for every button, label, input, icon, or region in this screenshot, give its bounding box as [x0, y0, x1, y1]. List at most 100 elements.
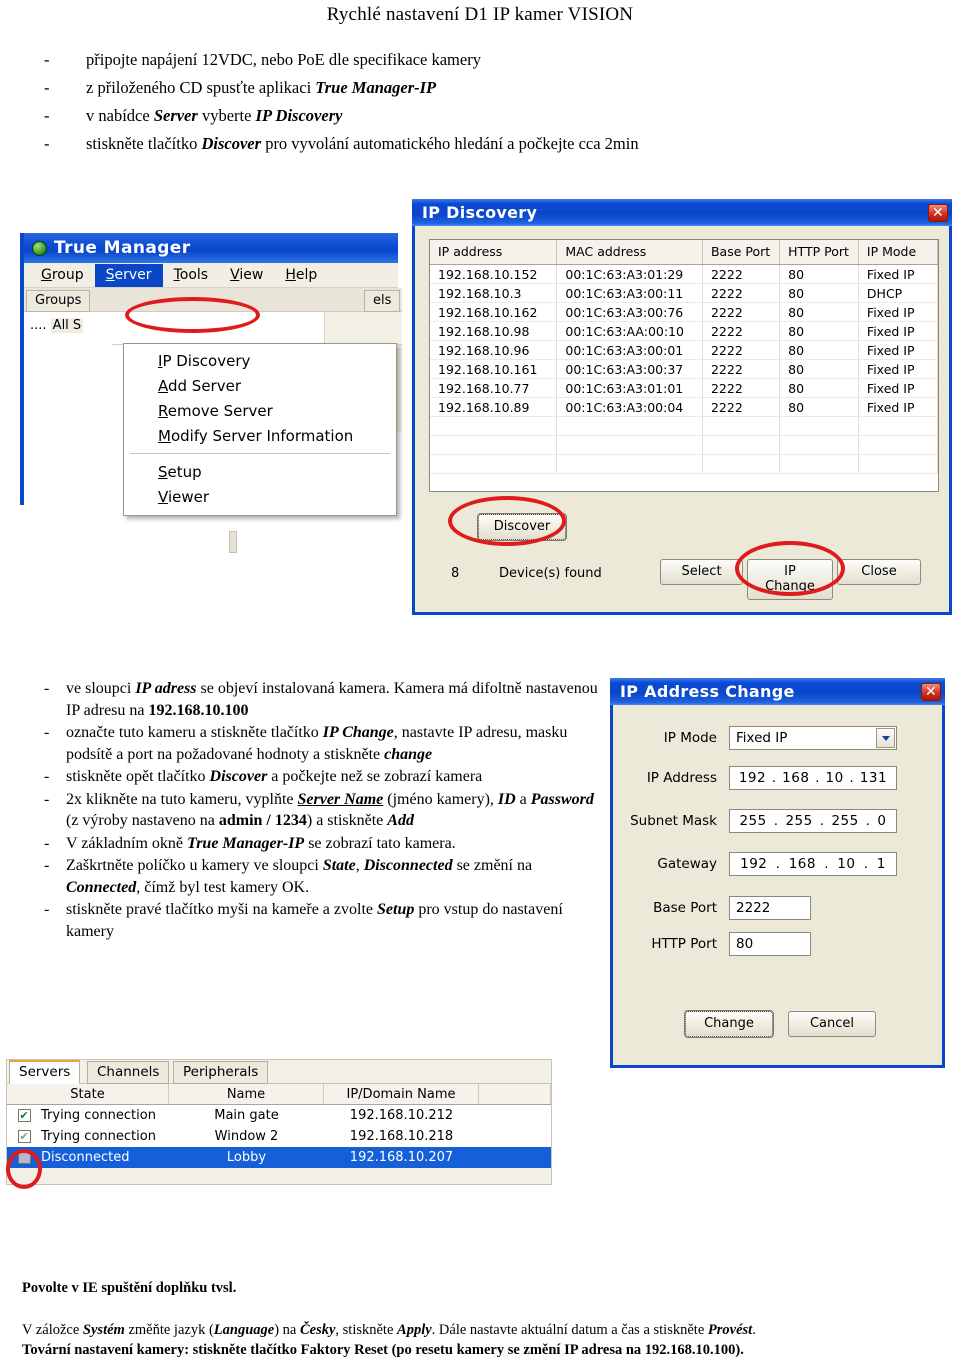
- menu-option-remove-server[interactable]: Remove Server: [124, 398, 396, 423]
- ipd-column-header-3[interactable]: HTTP Port: [779, 240, 859, 265]
- table-row[interactable]: 192.168.10.3 00:1C:63:A3:00:11 2222 80 DHCP: [430, 283, 939, 303]
- menu-option-viewer[interactable]: Viewer: [124, 484, 396, 509]
- footer-l2-run-8: . Dále nastavte aktuální datum a čas a s…: [431, 1322, 708, 1338]
- ipd-column-header-0[interactable]: IP address: [430, 240, 558, 265]
- ipd-cell-r7-c2: 2222: [702, 397, 781, 417]
- ip-mode-select[interactable]: Fixed IP: [729, 726, 897, 750]
- subnet-mask-octet-2[interactable]: 255: [831, 813, 858, 829]
- subnet-mask-octet-1[interactable]: 255: [785, 813, 812, 829]
- menu-option-setup[interactable]: Setup: [124, 459, 396, 484]
- server-row-0[interactable]: ✔ Trying connection Main gate 192.168.10.21…: [7, 1105, 551, 1126]
- servers-tab-row[interactable]: Servers Channels Peripherals: [7, 1060, 551, 1084]
- menu-option-ip-discovery[interactable]: IP Discovery: [124, 348, 396, 373]
- table-row[interactable]: 192.168.10.98 00:1C:63:AA:00:10 2222 80 Fixe…: [430, 321, 939, 341]
- ip-address-octet-0[interactable]: 192: [739, 770, 766, 786]
- ip-address-input[interactable]: 192. 168. 10. 131: [729, 766, 897, 790]
- gateway-octet-2[interactable]: 10: [837, 856, 855, 872]
- intro-bullet-0: - připojte napájení 12VDC, nebo PoE dle s…: [44, 48, 744, 72]
- servers-tab-peripherals[interactable]: Peripherals: [173, 1061, 269, 1084]
- menu-item-server[interactable]: Server: [94, 263, 163, 287]
- table-row[interactable]: 192.168.10.89 00:1C:63:A3:00:04 2222 80 Fixe…: [430, 397, 939, 417]
- intro-bullet-text-1: z přiloženého CD spusťte aplikaci True M…: [86, 76, 436, 100]
- checkbox-icon[interactable]: ✔: [17, 1130, 31, 1143]
- column-header-name[interactable]: Name: [169, 1084, 324, 1104]
- menu-item-tools[interactable]: Tools: [163, 264, 220, 287]
- server-checkbox-cell-2[interactable]: [7, 1151, 41, 1164]
- http-port-input[interactable]: 80: [729, 932, 811, 956]
- group-tree[interactable]: .... All S: [30, 318, 84, 333]
- footer-l2-run-4: ) na: [274, 1322, 300, 1338]
- table-row[interactable]: 192.168.10.152 00:1C:63:A3:01:29 2222 80 Fix…: [430, 264, 939, 284]
- subnet-mask-octet-3[interactable]: 0: [877, 813, 886, 829]
- servers-tab-servers[interactable]: Servers: [9, 1060, 81, 1084]
- table-row[interactable]: 192.168.10.162 00:1C:63:A3:00:76 2222 80 Fix…: [430, 302, 939, 322]
- tab-groups[interactable]: Groups: [26, 290, 91, 312]
- server-row-2[interactable]: Disconnected Lobby 192.168.10.207: [7, 1147, 551, 1168]
- ipd-cell-r5-c0: 192.168.10.161: [430, 359, 558, 379]
- checkbox-icon[interactable]: [17, 1151, 31, 1164]
- mid-5-run-6: , čímž byl test kamery OK.: [136, 878, 310, 896]
- ip-address-octet-1[interactable]: 168: [782, 770, 809, 786]
- table-row[interactable]: 192.168.10.161 00:1C:63:A3:00:37 2222 80 Fix…: [430, 359, 939, 379]
- close-icon[interactable]: ✕: [921, 682, 941, 701]
- server-row-1[interactable]: ✔ Trying connection Window 2 192.168.10.218: [7, 1126, 551, 1147]
- menu-separator: [130, 453, 390, 454]
- intro-instruction-list: - připojte napájení 12VDC, nebo PoE dle s…: [44, 48, 744, 160]
- checkbox-icon[interactable]: ✔: [17, 1109, 31, 1122]
- ipd-cell-r3-c4: Fixed IP: [858, 321, 939, 341]
- column-header-state[interactable]: State: [7, 1084, 169, 1104]
- gateway-octet-0[interactable]: 192: [740, 856, 767, 872]
- mid-bullet-text-2: stiskněte opět tlačítko Discover a počke…: [66, 766, 606, 788]
- select-button[interactable]: Select: [660, 559, 743, 585]
- menu-item-view[interactable]: View: [219, 264, 274, 287]
- ip-discovery-table: IP address MAC address Base Port HTTP Port I…: [430, 240, 939, 474]
- subnet-mask-octet-0[interactable]: 255: [739, 813, 766, 829]
- gateway-octet-3[interactable]: 1: [877, 856, 886, 872]
- change-button[interactable]: Change: [684, 1010, 774, 1038]
- servers-tab-channels[interactable]: Channels: [87, 1061, 170, 1084]
- ipd-column-header-4[interactable]: IP Mode: [858, 240, 939, 265]
- octet-separator: .: [849, 770, 855, 786]
- server-menu-dropdown[interactable]: IP Discovery Add Server Remove Server Modif…: [123, 343, 397, 516]
- gateway-input[interactable]: 192. 168. 10. 1: [729, 852, 897, 876]
- ip-mode-value: Fixed IP: [736, 730, 788, 746]
- ipd-empty-cell: [702, 435, 781, 455]
- ipd-column-header-2[interactable]: Base Port: [702, 240, 781, 265]
- scrollbar-stub[interactable]: [229, 531, 237, 553]
- footer-l2-run-6: , stiskněte: [335, 1322, 398, 1338]
- subnet-mask-input[interactable]: 255. 255. 255. 0: [729, 809, 897, 833]
- menu-option-add-server[interactable]: Add Server: [124, 373, 396, 398]
- ipd-column-header-1[interactable]: MAC address: [556, 240, 703, 265]
- server-ip-2: 192.168.10.207: [349, 1150, 454, 1165]
- cancel-button[interactable]: Cancel: [788, 1011, 876, 1037]
- ip-address-octet-3[interactable]: 131: [860, 770, 887, 786]
- column-header-ip-domain[interactable]: IP/Domain Name: [324, 1084, 479, 1104]
- ipd-cell-r5-c4: Fixed IP: [858, 359, 939, 379]
- table-row[interactable]: 192.168.10.77 00:1C:63:A3:01:01 2222 80 Fixe…: [430, 378, 939, 398]
- menu-item-group[interactable]: Group: [30, 264, 95, 287]
- ip-discovery-title: IP Discovery: [422, 203, 538, 222]
- true-manager-menubar[interactable]: Group Server Tools View Help: [24, 263, 398, 288]
- chevron-down-icon[interactable]: [876, 728, 895, 748]
- close-icon[interactable]: ✕: [928, 203, 948, 222]
- ipd-cell-r6-c4: Fixed IP: [858, 378, 939, 398]
- ip-change-button[interactable]: IP Change: [747, 559, 833, 600]
- tree-node-all-servers[interactable]: All S: [50, 318, 84, 333]
- base-port-input[interactable]: 2222: [729, 896, 811, 920]
- gateway-octet-1[interactable]: 168: [789, 856, 816, 872]
- discover-button[interactable]: Discover: [477, 513, 567, 541]
- close-button[interactable]: Close: [837, 559, 921, 585]
- ipd-cell-r0-c2: 2222: [702, 264, 781, 284]
- server-checkbox-cell-1[interactable]: ✔: [7, 1130, 41, 1143]
- bullet-dash: -: [44, 768, 50, 785]
- true-manager-window: True Manager Group Server Tools View Help Gr…: [20, 233, 402, 553]
- ipd-cell-r7-c3: 80: [779, 397, 859, 417]
- ip-address-octet-2[interactable]: 10: [826, 770, 844, 786]
- ip-discovery-table-container[interactable]: IP address MAC address Base Port HTTP Port I…: [429, 239, 939, 492]
- server-checkbox-cell-0[interactable]: ✔: [7, 1109, 41, 1122]
- table-row[interactable]: 192.168.10.96 00:1C:63:A3:00:01 2222 80 Fixe…: [430, 340, 939, 360]
- tab-channels-partial[interactable]: els: [364, 290, 401, 312]
- menu-option-modify-server-information[interactable]: Modify Server Information: [124, 423, 396, 448]
- ipd-cell-r6-c0: 192.168.10.77: [430, 378, 558, 398]
- menu-item-help[interactable]: Help: [274, 264, 328, 287]
